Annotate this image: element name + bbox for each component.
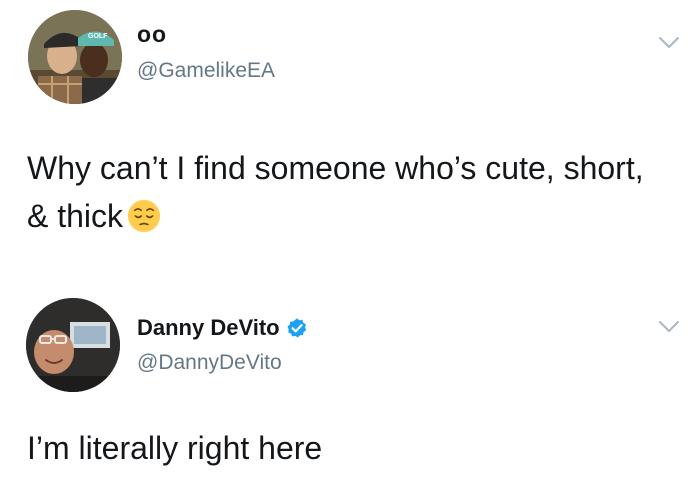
tweet: GOLF oo @GamelikeEA Why can’t I find som… xyxy=(0,0,700,268)
user-handle[interactable]: @DannyDeVito xyxy=(137,350,282,376)
display-name[interactable]: oo xyxy=(137,20,167,48)
display-name[interactable]: Danny DeVito xyxy=(137,314,308,342)
avatar-image: GOLF xyxy=(28,10,122,104)
tweet-text: Why can’t I find someone who’s cute, sho… xyxy=(27,144,667,240)
tweet-text-content: Why can’t I find someone who’s cute, sho… xyxy=(27,150,644,234)
display-name-text: Danny DeVito xyxy=(137,315,280,340)
user-handle[interactable]: @GamelikeEA xyxy=(137,58,275,84)
cap-lettering: GOLF xyxy=(88,33,108,40)
chevron-down-icon[interactable] xyxy=(658,36,680,50)
tweet: Danny DeVito @DannyDeVito I’m literally … xyxy=(0,268,700,478)
pensive-face-icon xyxy=(127,199,161,233)
avatar[interactable]: GOLF xyxy=(28,10,122,104)
avatar-image xyxy=(26,298,120,392)
chevron-down-icon[interactable] xyxy=(658,320,680,334)
tweet-text: I’m literally right here xyxy=(27,430,323,466)
avatar[interactable] xyxy=(26,298,120,392)
verified-badge-icon xyxy=(287,318,306,338)
